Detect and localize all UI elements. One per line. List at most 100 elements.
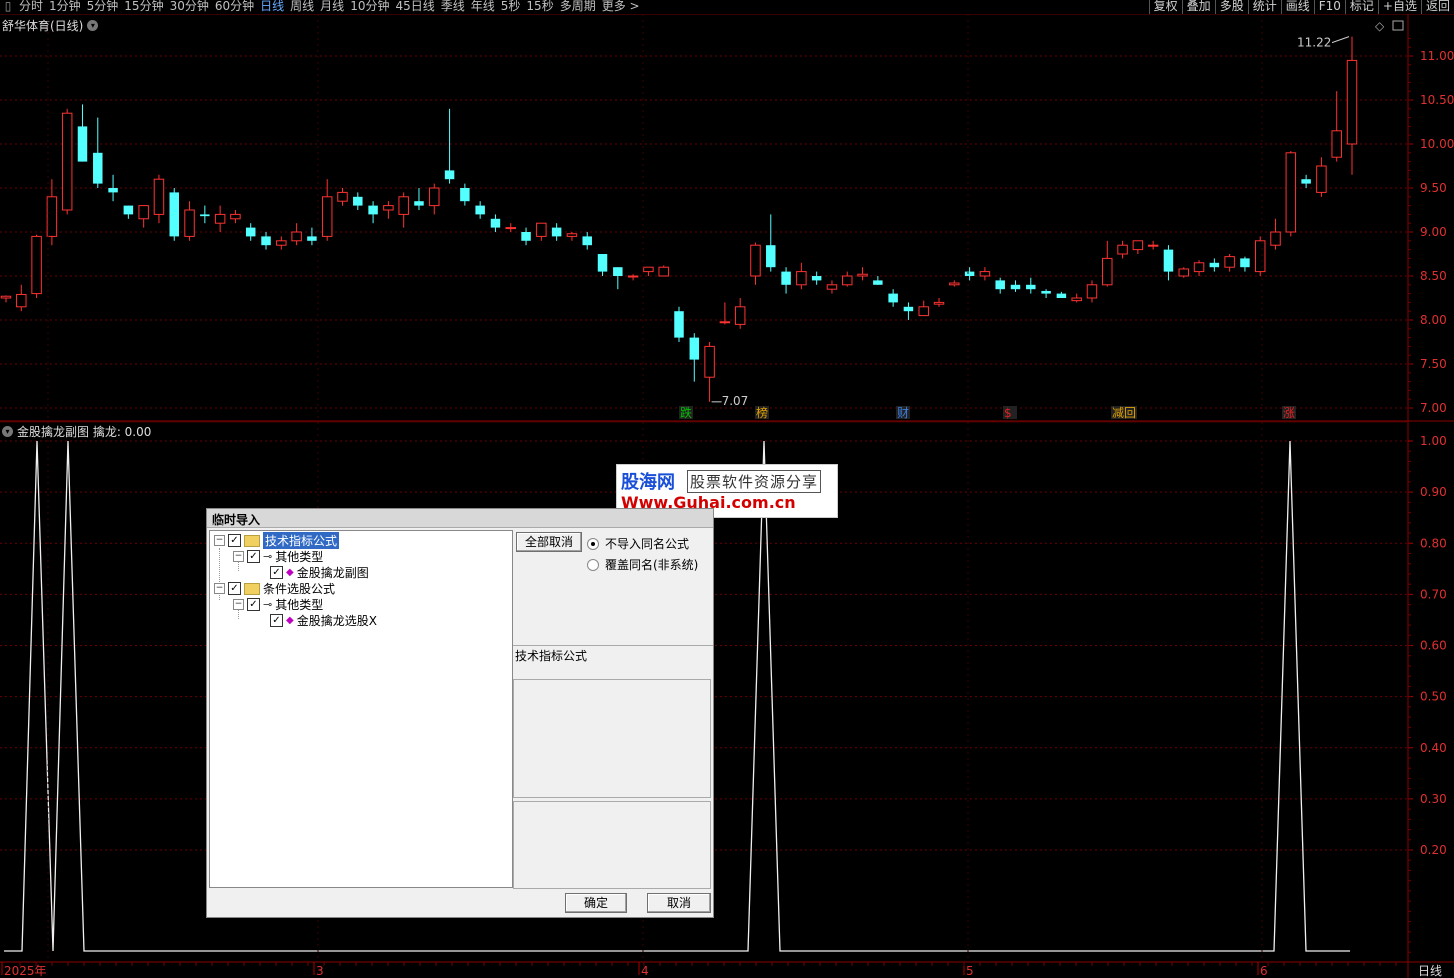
collapse-icon[interactable]: − xyxy=(233,551,244,562)
candle-body xyxy=(505,227,516,230)
y-axis-label: 10.00 xyxy=(1420,137,1454,151)
key-icon: ⊸ xyxy=(263,598,273,611)
candle-body xyxy=(490,218,501,228)
chevron-down-icon[interactable]: ▾ xyxy=(2,426,13,437)
y-axis-label: 9.50 xyxy=(1420,181,1447,195)
candle-body xyxy=(261,236,271,246)
dialog-title-bar[interactable]: 临时导入 ︿ xyxy=(207,509,713,528)
tree-label: 其他类型 xyxy=(275,598,324,612)
candle-body xyxy=(566,233,578,237)
candle-body xyxy=(1346,59,1358,145)
candle-body xyxy=(184,209,195,237)
candle-body xyxy=(276,240,287,246)
time-axis-label: 3 xyxy=(316,964,324,978)
sub-axis-label: 0.90 xyxy=(1420,485,1447,499)
checkbox[interactable]: ✓ xyxy=(228,534,241,547)
ok-button[interactable]: 确定 xyxy=(565,893,627,913)
candle-body xyxy=(964,271,975,276)
collapse-icon[interactable]: − xyxy=(233,599,244,610)
candle-body xyxy=(307,236,317,241)
checkbox[interactable]: ✓ xyxy=(228,582,241,595)
sub-axis-label: 0.40 xyxy=(1420,741,1447,755)
description-box xyxy=(513,679,711,798)
candle-body xyxy=(1056,293,1067,298)
candle-body xyxy=(1209,262,1220,268)
candle-body xyxy=(613,267,623,276)
event-marker: 涨 xyxy=(1283,405,1295,420)
candle-body xyxy=(1086,284,1098,299)
checkbox[interactable]: ✓ xyxy=(270,566,283,579)
close-icon[interactable]: ︿ xyxy=(212,511,224,527)
candle-body xyxy=(1301,179,1311,184)
candle-body xyxy=(123,205,134,215)
candle-body xyxy=(108,188,118,193)
tree-node-other-1[interactable]: − ✓ ⊸ 其他类型 xyxy=(233,549,323,564)
candle-body xyxy=(1224,256,1235,268)
y-axis-label: 9.00 xyxy=(1420,225,1447,239)
y-axis-label: 7.00 xyxy=(1420,401,1447,415)
watermark-brand: 股海网 xyxy=(621,472,675,493)
radio-overwrite[interactable]: 覆盖同名(非系统) xyxy=(587,556,698,573)
candle-body xyxy=(230,213,241,220)
sub-axis-label: 0.30 xyxy=(1420,792,1447,806)
cancel-all-button[interactable]: 全部取消 xyxy=(516,532,582,552)
candle-body xyxy=(200,214,210,217)
candle-body xyxy=(214,213,226,224)
candle-body xyxy=(31,235,42,295)
checkbox[interactable]: ✓ xyxy=(270,614,283,627)
checkbox[interactable]: ✓ xyxy=(247,598,260,611)
candle-body xyxy=(903,306,914,312)
event-marker: 财 xyxy=(897,406,909,420)
candle-body xyxy=(61,112,73,211)
sub-axis-label: 0.80 xyxy=(1420,536,1447,550)
candle-body xyxy=(1240,258,1250,268)
radio-dot[interactable] xyxy=(587,558,599,571)
candle-body xyxy=(1316,165,1327,193)
sub-axis-label: 0.20 xyxy=(1420,843,1447,857)
candle-body xyxy=(1041,290,1051,294)
candle-body xyxy=(153,178,165,215)
candle-body xyxy=(245,227,256,237)
candle-body xyxy=(1254,240,1266,273)
candle-body xyxy=(627,275,639,278)
tree-label: 金股擒龙副图 xyxy=(296,566,369,580)
cancel-button[interactable]: 取消 xyxy=(647,893,711,913)
candle-body xyxy=(1147,244,1159,247)
sub-chart-title-bar: ▾ 金股擒龙副图 擒龙: 0.00 xyxy=(2,423,151,440)
candle-body xyxy=(796,271,807,286)
candle-body xyxy=(321,196,333,237)
formula-tree: − ✓ 技术指标公式 − ✓ ⊸ 其他类型 ✓ ◆ 金股擒龙副图 − ✓ 条件选… xyxy=(209,530,513,888)
candle-body xyxy=(1178,268,1189,277)
tree-node-formula-2[interactable]: ✓ ◆ 金股擒龙选股X xyxy=(270,613,377,628)
watermark-tagline: 股票软件资源分享 xyxy=(687,470,822,493)
tree-node-formula-1[interactable]: ✓ ◆ 金股擒龙副图 xyxy=(270,565,369,580)
collapse-icon[interactable]: − xyxy=(214,583,225,594)
candle-body xyxy=(979,271,991,277)
candle-body xyxy=(658,266,669,277)
checkbox[interactable]: ✓ xyxy=(247,550,260,563)
candle-body xyxy=(842,275,853,286)
candle-body xyxy=(1071,297,1082,302)
candle-body xyxy=(582,236,592,246)
tree-label: 金股擒龙选股X xyxy=(296,614,377,628)
radio-dot[interactable] xyxy=(587,537,599,550)
candle-body xyxy=(1285,152,1297,233)
time-axis-label: 5 xyxy=(966,964,974,978)
candle-body xyxy=(857,273,868,277)
candle-body xyxy=(674,311,684,338)
period-indicator: 日线 xyxy=(1418,964,1442,978)
candle-body xyxy=(719,321,731,324)
collapse-icon[interactable]: − xyxy=(214,535,225,546)
tree-node-select[interactable]: − ✓ 条件选股公式 xyxy=(214,581,335,596)
time-axis-label: 2025年 xyxy=(4,964,47,978)
candle-body xyxy=(414,201,424,206)
candle-body xyxy=(138,205,149,220)
candle-body xyxy=(933,301,945,305)
tree-node-other-2[interactable]: − ✓ ⊸ 其他类型 xyxy=(233,597,323,612)
candle-body xyxy=(1026,284,1036,290)
event-marker: 跌 xyxy=(680,405,692,420)
radio-skip-duplicates[interactable]: 不导入同名公式 xyxy=(587,535,689,552)
candle-body xyxy=(949,282,960,286)
sub-chart-title: 金股擒龙副图 擒龙: 0.00 xyxy=(17,425,152,439)
tree-node-tech[interactable]: − ✓ 技术指标公式 xyxy=(214,532,340,549)
